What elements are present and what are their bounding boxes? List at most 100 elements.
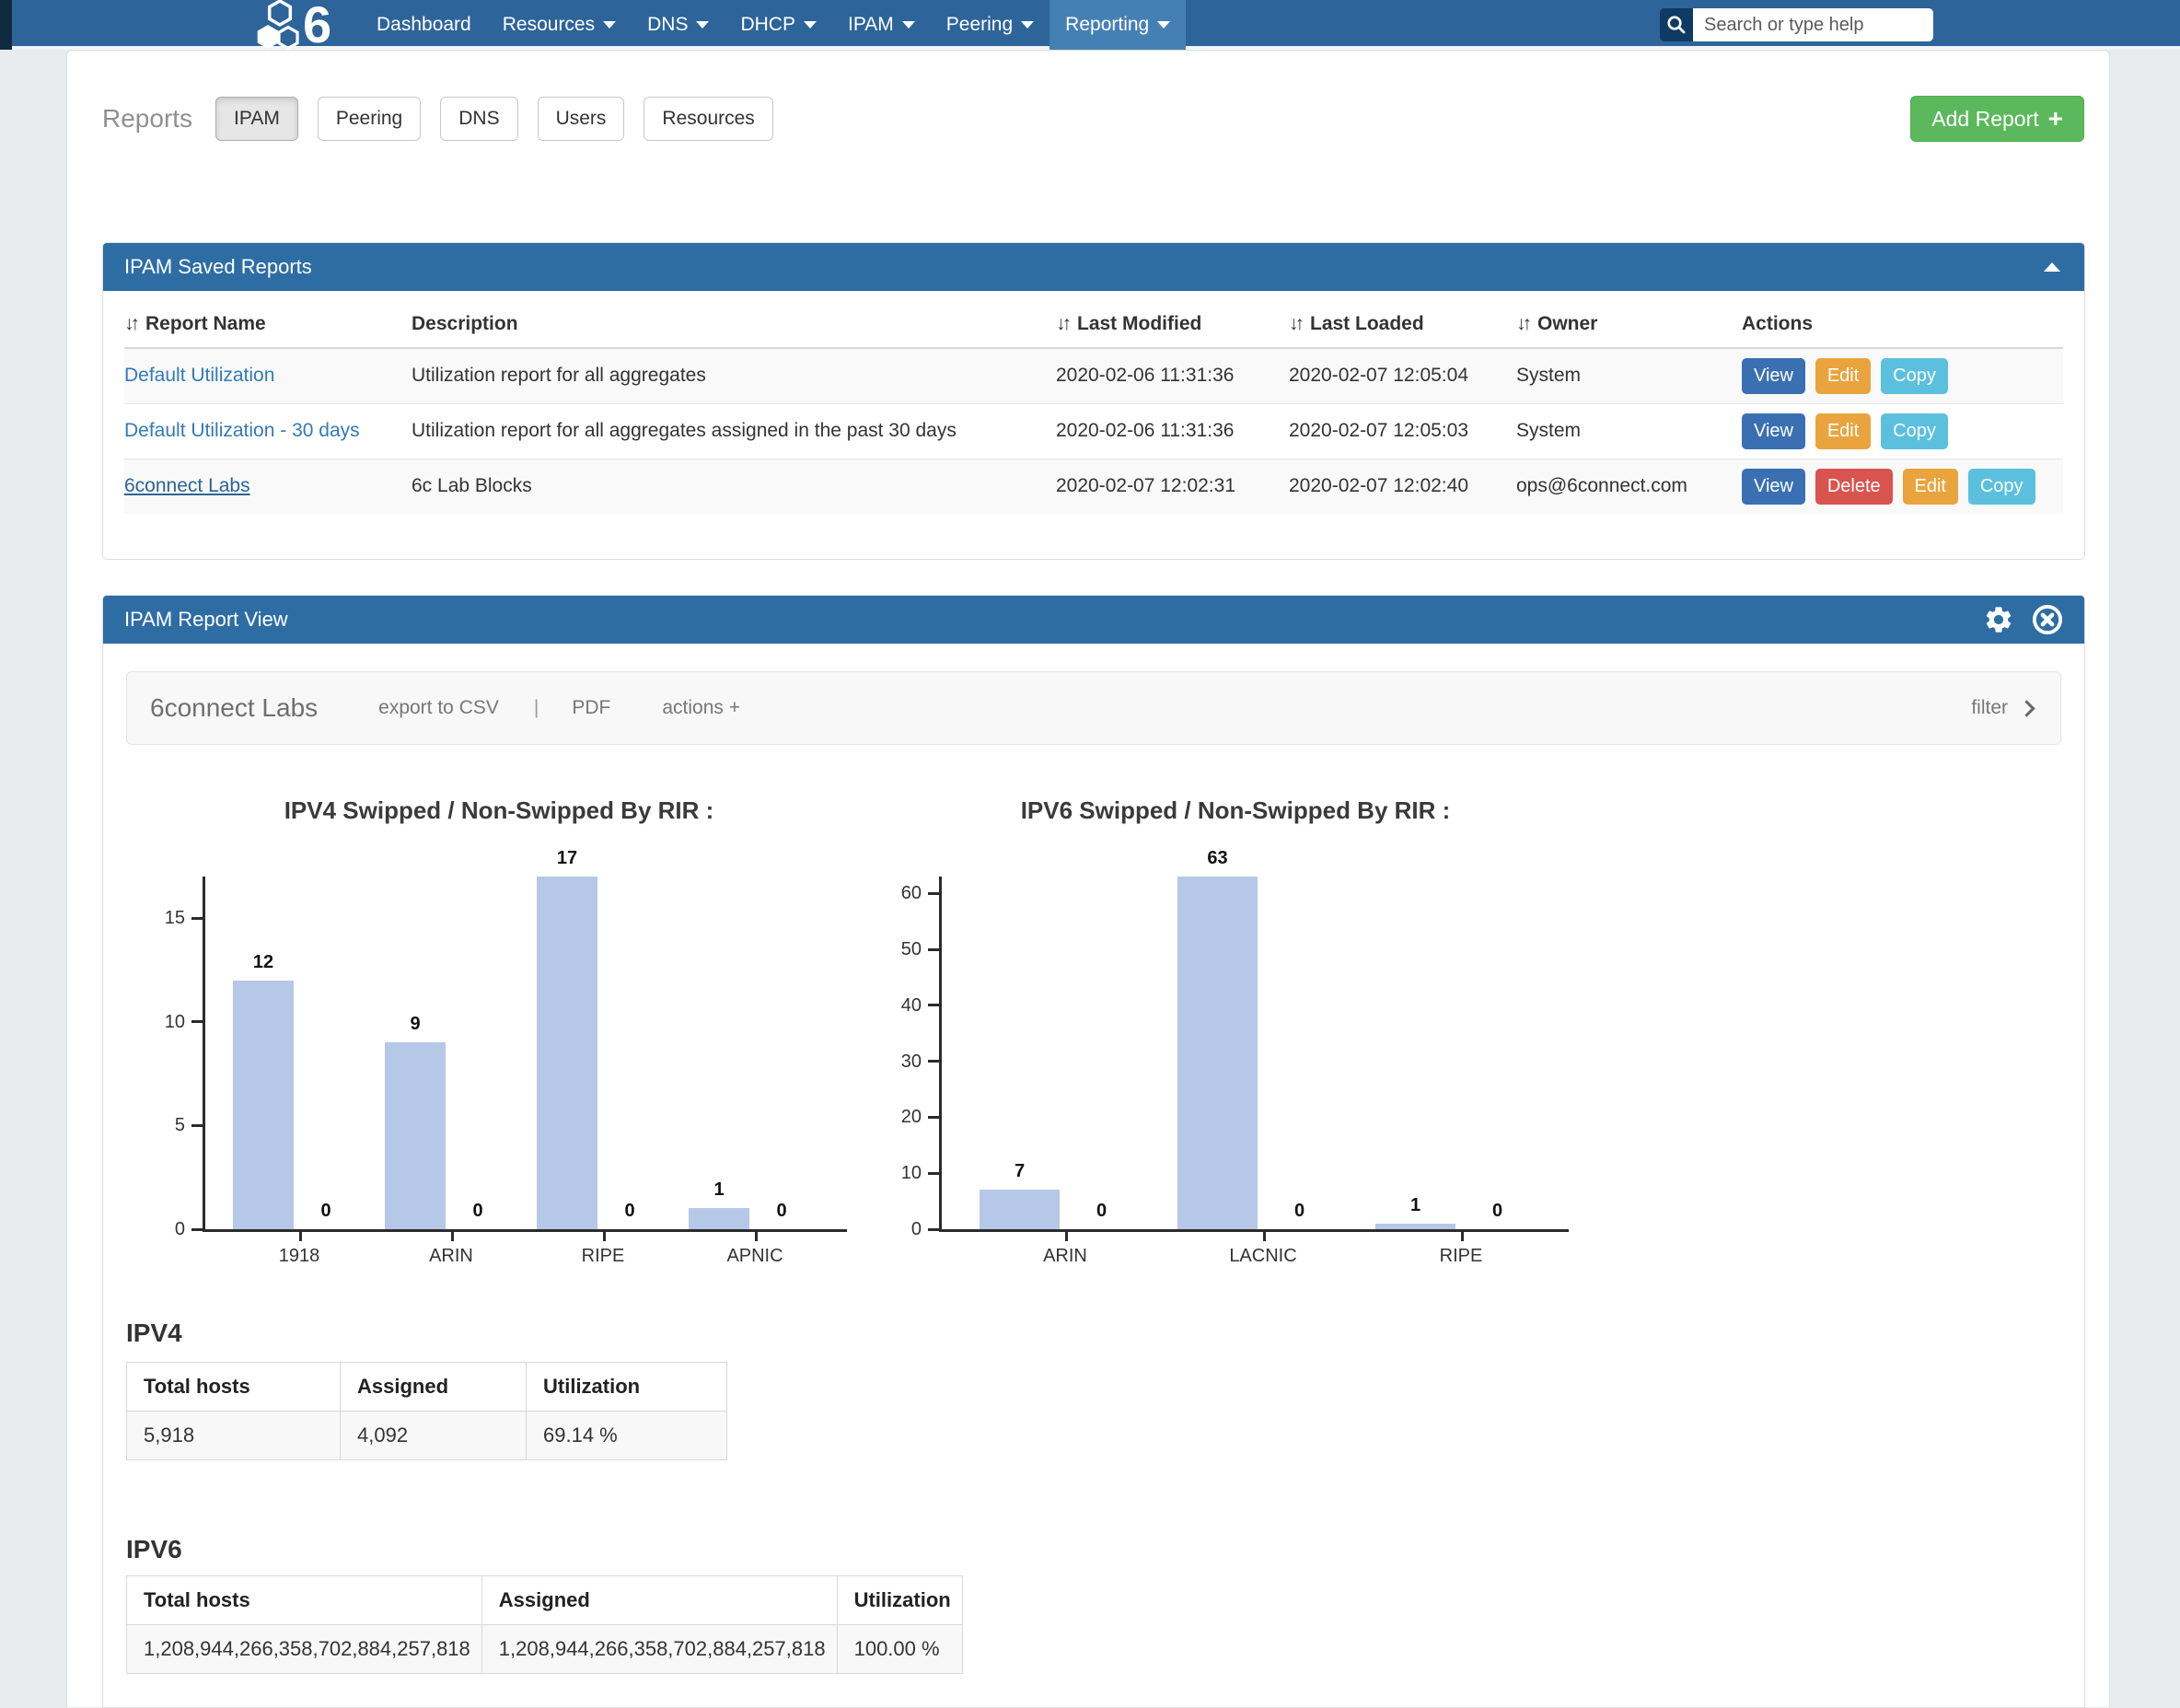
copy-button[interactable]: Copy [1881, 358, 1948, 394]
delete-button[interactable]: Delete [1815, 469, 1893, 505]
export-csv-link[interactable]: export to CSV [378, 697, 499, 719]
owner: ops@6connect.com [1516, 459, 1742, 514]
report-description: 6c Lab Blocks [412, 459, 1056, 514]
tab-dns[interactable]: DNS [440, 97, 517, 141]
filter-label: filter [1971, 697, 2008, 719]
saved-reports-table: ↓↑Report Name Description ↓↑Last Modifie… [124, 296, 2063, 514]
edit-button[interactable]: Edit [1815, 413, 1871, 449]
y-axis-tick-label: 5 [175, 1115, 185, 1136]
last-modified: 2020-02-06 11:31:36 [1056, 403, 1289, 459]
bar-value-label: 0 [472, 1201, 482, 1222]
nav-item-resources[interactable]: Resources [487, 0, 632, 50]
tab-peering[interactable]: Peering [318, 97, 421, 141]
bar [1375, 1224, 1455, 1229]
view-button[interactable]: View [1742, 469, 1805, 505]
nav-item-reporting[interactable]: Reporting [1049, 0, 1186, 50]
table-row: Default Utilization Utilization report f… [124, 348, 2063, 403]
column-header-last-modified[interactable]: ↓↑Last Modified [1056, 296, 1289, 348]
nav-item-ipam[interactable]: IPAM [832, 0, 931, 50]
y-axis-tick-label: 0 [175, 1219, 185, 1240]
chevron-down-icon [1021, 21, 1034, 29]
panel-header-icons [1983, 596, 2064, 644]
plot-area: 010203040506070ARIN630LACNIC10RIPE [939, 877, 1569, 1232]
search-input[interactable] [1693, 8, 1933, 41]
bar-value-label: 0 [1294, 1201, 1305, 1222]
x-axis-category-label: RIPE [1387, 1246, 1535, 1267]
x-axis-tick [1263, 1232, 1266, 1241]
column-header-report-name[interactable]: ↓↑Report Name [124, 296, 412, 348]
table-header-row: Total hosts Assigned Utilization [127, 1363, 727, 1412]
report-link[interactable]: Default Utilization - 30 days [124, 420, 360, 441]
x-axis-category-label: ARIN [991, 1246, 1139, 1267]
y-axis-tick [191, 1020, 203, 1023]
content-card: Reports IPAM Peering DNS Users Resources… [66, 50, 2110, 1707]
x-axis-category-label: LACNIC [1189, 1246, 1337, 1267]
report-link[interactable]: 6connect Labs [124, 475, 250, 496]
tab-users[interactable]: Users [538, 97, 625, 141]
table-row: 5,918 4,092 69.14 % [127, 1412, 727, 1460]
ipv4-summary-table: Total hosts Assigned Utilization 5,918 4… [126, 1362, 727, 1460]
edit-button[interactable]: Edit [1903, 469, 1958, 505]
copy-button[interactable]: Copy [1881, 413, 1948, 449]
x-axis-category-label: APNIC [681, 1246, 829, 1267]
last-modified: 2020-02-07 12:02:31 [1056, 459, 1289, 514]
y-axis-tick [191, 917, 203, 920]
report-name: 6connect Labs [150, 693, 318, 723]
search-icon[interactable] [1660, 8, 1693, 41]
chevron-right-icon [2018, 700, 2035, 716]
x-axis-tick [755, 1232, 758, 1241]
view-button[interactable]: View [1742, 358, 1805, 394]
column-header-assigned: Assigned [341, 1363, 527, 1412]
y-axis-tick [191, 1124, 203, 1127]
brand-text: 6 [303, 2, 331, 48]
nav-item-peering[interactable]: Peering [931, 0, 1049, 50]
sort-icon: ↓↑ [1516, 313, 1528, 334]
column-header-last-loaded[interactable]: ↓↑Last Loaded [1289, 296, 1516, 348]
filter-toggle[interactable]: filter [1971, 697, 2033, 719]
view-button[interactable]: View [1742, 413, 1805, 449]
column-header-total-hosts: Total hosts [127, 1576, 482, 1625]
nav-item-dns[interactable]: DNS [632, 0, 725, 50]
y-axis-tick-label: 30 [901, 1052, 922, 1073]
tab-ipam[interactable]: IPAM [215, 97, 298, 141]
x-axis-category-label: 1918 [226, 1246, 373, 1267]
collapse-caret-icon[interactable] [2044, 262, 2060, 272]
y-axis-tick [928, 1116, 939, 1119]
nav-item-dhcp[interactable]: DHCP [725, 0, 832, 50]
y-axis-tick-label: 40 [901, 995, 922, 1017]
nav-item-dashboard[interactable]: Dashboard [361, 0, 487, 50]
gear-icon[interactable] [1983, 604, 2014, 635]
nav-label: Resources [503, 14, 595, 36]
bar-value-label: 63 [1207, 848, 1227, 869]
bar-value-label: 1 [713, 1179, 724, 1201]
ipv6-summary-table: Total hosts Assigned Utilization 1,208,9… [126, 1575, 963, 1674]
close-icon[interactable] [2031, 603, 2064, 636]
actions-menu-link[interactable]: actions + [662, 697, 740, 719]
y-axis-tick-label: 0 [911, 1219, 922, 1240]
column-header-owner[interactable]: ↓↑Owner [1516, 296, 1742, 348]
global-search [1660, 8, 1933, 41]
report-link[interactable]: Default Utilization [124, 365, 274, 386]
y-axis-tick-label: 20 [901, 1107, 922, 1128]
bar-value-label: 17 [557, 848, 577, 869]
window-edge [0, 0, 12, 50]
bar-value-label: 9 [410, 1014, 420, 1035]
report-description: Utilization report for all aggregates as… [412, 403, 1056, 459]
y-axis-tick-label: 50 [901, 939, 922, 960]
saved-reports-panel-header[interactable]: IPAM Saved Reports [103, 243, 2084, 291]
export-pdf-link[interactable]: PDF [572, 697, 610, 719]
table-header-row: ↓↑Report Name Description ↓↑Last Modifie… [124, 296, 2063, 348]
y-axis-tick-label: 10 [165, 1012, 185, 1033]
edit-button[interactable]: Edit [1815, 358, 1871, 394]
bar-value-label: 12 [253, 952, 273, 973]
copy-button[interactable]: Copy [1968, 469, 2035, 505]
owner: System [1516, 403, 1742, 459]
tab-resources[interactable]: Resources [644, 97, 772, 141]
ipv6-chart: IPV6 Swipped / Non-Swipped By RIR : 0102… [872, 780, 1599, 1296]
brand-logo[interactable]: 6 [256, 0, 331, 50]
nav-label: DNS [647, 14, 688, 36]
nav-label: Dashboard [377, 14, 471, 36]
add-report-button[interactable]: Add Report + [1910, 96, 2084, 142]
y-axis-tick [928, 1004, 939, 1006]
y-axis-tick [928, 948, 939, 951]
